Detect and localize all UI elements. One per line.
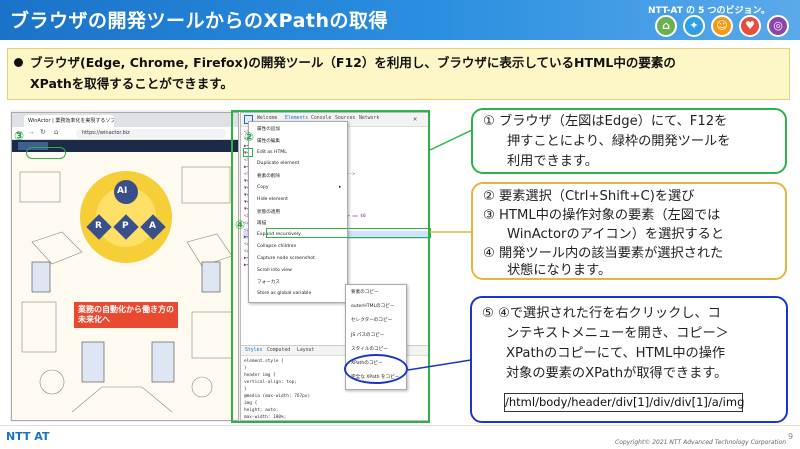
callout-2-line-3: WinActorのアイコン）を選択すると (507, 227, 725, 242)
ntt-at-logo: NTT AT (6, 430, 50, 443)
footer-divider (0, 425, 800, 426)
callout-3-line-4: 対象の要素のXPathが取得できます。 (506, 366, 728, 381)
callout-3-line-2: ンテキストメニューを開き、コピー＞ (506, 326, 729, 341)
callout-steps-2-4: ② 要素選択（Ctrl+Shift+C)を選び ③ HTML中の操作対象の要素（… (471, 182, 787, 280)
page-number: 9 (788, 432, 794, 441)
callout-2-line-1: ② 要素選択（Ctrl+Shift+C)を選び (483, 189, 695, 204)
callout-1-line-3: 利用できます。 (507, 154, 598, 169)
callout-1-line-2: 押すことにより、緑枠の開発ツールを (507, 134, 731, 149)
copyright: Copyright© 2021 NTT Advanced Technology … (615, 439, 787, 446)
callout-2-line-2: ③ HTML中の操作対象の要素（左図では (483, 208, 721, 223)
callout-3-line-1: ⑤ ④で選択された行を右クリックし、コ (482, 306, 721, 321)
callout-step-1: ① ブラウザ（左図はEdge）にて、F12を 押すことにより、緑枠の開発ツールを… (471, 108, 787, 174)
callout-3-line-3: XPathのコピーにて、HTML中の操作 (506, 346, 726, 361)
callout-2-line-5: 状態になります。 (507, 263, 612, 278)
callout-1-line-1: ① ブラウザ（左図はEdge）にて、F12を (483, 114, 728, 129)
xpath-example: /html/body/header/div[1]/div/div[1]/a/im… (504, 393, 744, 412)
